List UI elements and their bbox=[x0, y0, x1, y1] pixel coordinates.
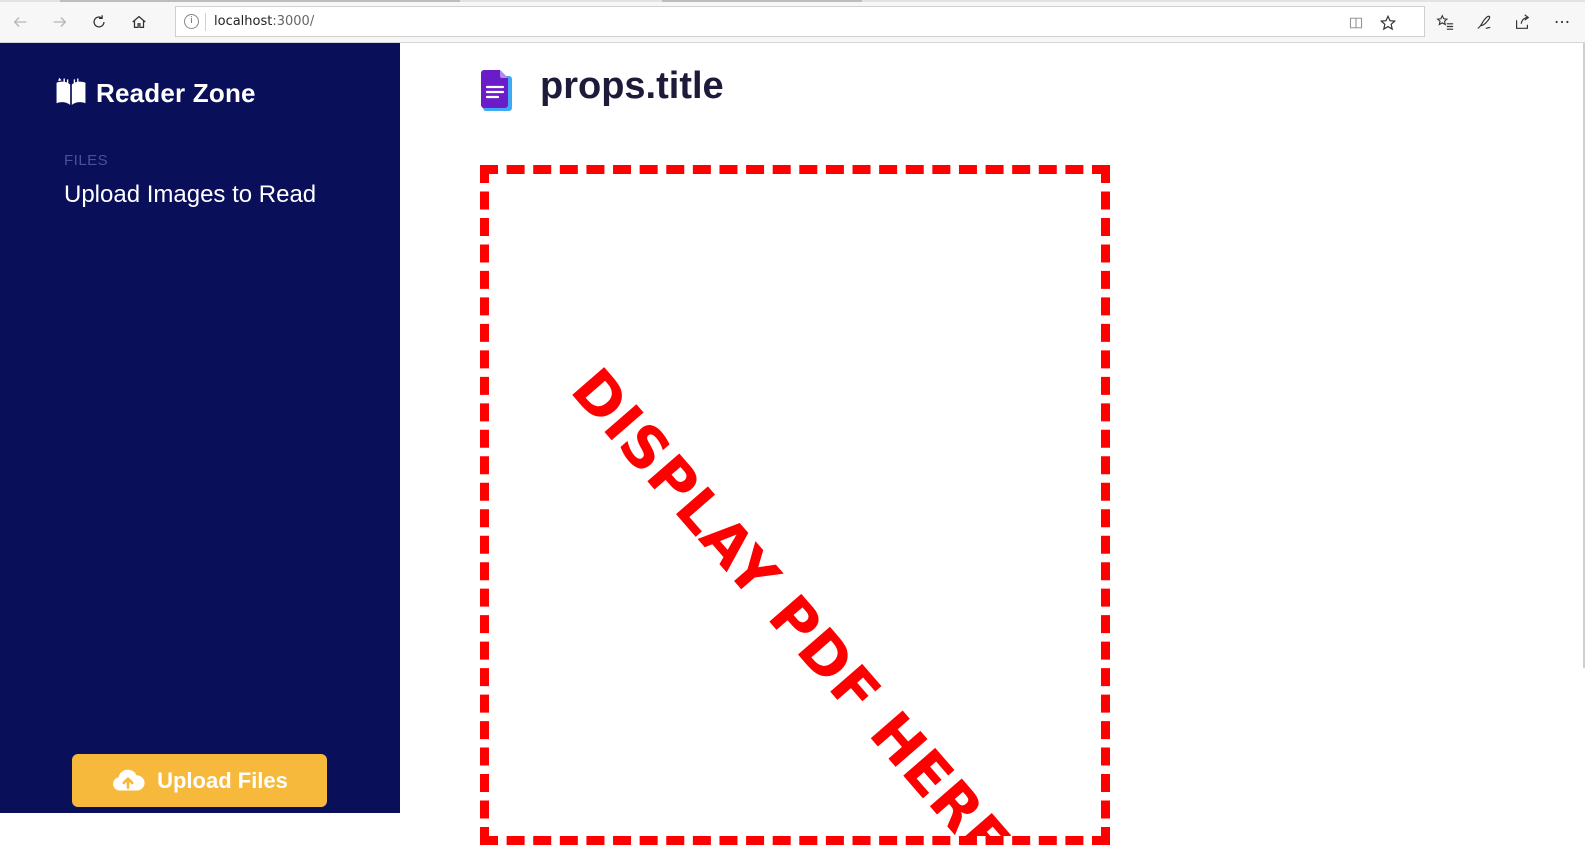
pdf-placeholder-text: DISPLAY PDF HERE bbox=[558, 355, 1024, 836]
tab-divider bbox=[662, 0, 862, 2]
tab-divider bbox=[60, 0, 460, 2]
document-icon bbox=[481, 70, 512, 111]
address-divider bbox=[205, 13, 206, 31]
star-icon[interactable] bbox=[1378, 13, 1398, 33]
upload-files-button[interactable]: Upload Files bbox=[72, 754, 327, 807]
home-icon bbox=[132, 15, 146, 29]
more-icon[interactable] bbox=[1550, 10, 1574, 34]
arrow-right-icon bbox=[53, 17, 67, 27]
upload-files-label: Upload Files bbox=[157, 767, 288, 793]
pen-icon[interactable] bbox=[1472, 10, 1496, 34]
address-bar[interactable]: i localhost:3000/ bbox=[175, 6, 1425, 37]
url-text: localhost:3000/ bbox=[214, 14, 314, 29]
forward-button[interactable] bbox=[46, 8, 74, 36]
info-icon[interactable]: i bbox=[184, 14, 199, 29]
brand[interactable]: Reader Zone bbox=[54, 76, 256, 110]
cloud-upload-icon bbox=[113, 769, 145, 790]
sidebar-item-upload-images[interactable]: Upload Images to Read bbox=[64, 181, 316, 209]
brand-name: Reader Zone bbox=[96, 77, 256, 108]
arrow-left-icon bbox=[13, 17, 27, 27]
browser-toolbar: i localhost:3000/ bbox=[0, 0, 1585, 43]
pdf-display-area[interactable]: DISPLAY PDF HERE bbox=[480, 165, 1110, 845]
url-path: :3000/ bbox=[272, 14, 315, 29]
favorites-icon[interactable] bbox=[1433, 10, 1457, 34]
home-button[interactable] bbox=[125, 8, 153, 36]
refresh-icon bbox=[93, 15, 105, 28]
placeholder-clip: DISPLAY PDF HERE bbox=[489, 174, 1101, 836]
main-content: props.title DISPLAY PDF HERE bbox=[400, 43, 1585, 845]
files-section-label: FILES bbox=[64, 152, 109, 169]
refresh-button[interactable] bbox=[85, 8, 113, 36]
reading-view-icon[interactable] bbox=[1346, 13, 1366, 33]
open-book-icon bbox=[56, 77, 86, 105]
sidebar: Reader Zone FILES Upload Images to Read … bbox=[0, 43, 400, 813]
share-icon[interactable] bbox=[1510, 10, 1534, 34]
url-host: localhost bbox=[214, 14, 273, 29]
page-title: props.title bbox=[540, 65, 724, 107]
back-button[interactable] bbox=[6, 8, 34, 36]
